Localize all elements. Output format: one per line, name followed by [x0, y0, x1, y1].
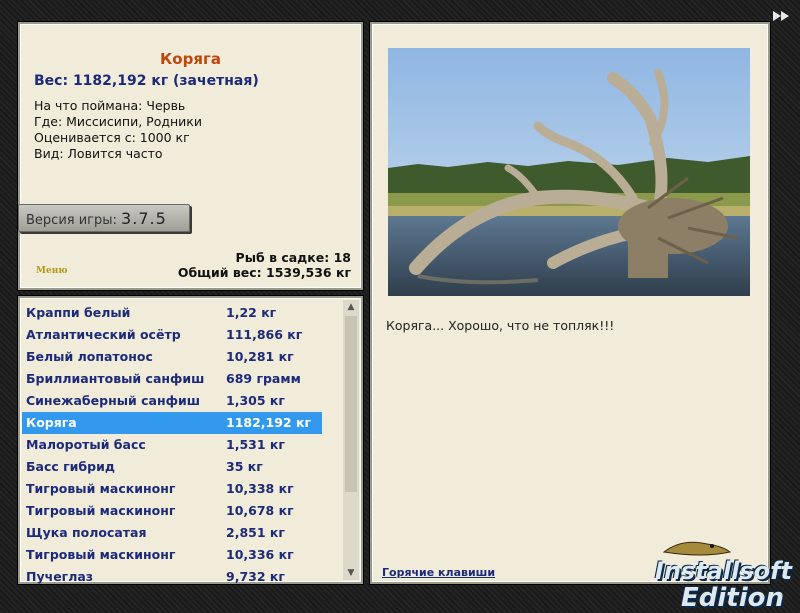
- version-label: Версия игры:: [26, 213, 117, 228]
- fish-name: Малоротый басс: [26, 437, 146, 452]
- fish-list-row[interactable]: Белый лопатонос 10,281 кг: [22, 346, 322, 368]
- fish-name: Краппи белый: [26, 305, 131, 320]
- fish-name: Щука полосатая: [26, 525, 147, 540]
- catch-photo: [388, 48, 750, 296]
- fish-name: Пучеглаз: [26, 569, 94, 584]
- fish-weight: 35 кг: [226, 459, 263, 474]
- fish-list-row[interactable]: Синежаберный санфиш 1,305 кг: [22, 390, 322, 412]
- fish-name: Тигровый маскинонг: [26, 503, 176, 518]
- fish-weight: 689 грамм: [226, 371, 301, 386]
- fish-list-row[interactable]: Пучеглаз 9,732 кг: [22, 566, 322, 588]
- catch-kind: Вид: Ловится часто: [34, 146, 163, 161]
- catch-valued: Оценивается с: 1000 кг: [34, 130, 190, 145]
- installsoft-logo: Installsoft Edition: [642, 536, 792, 612]
- fish-weight: 2,851 кг: [226, 525, 285, 540]
- fish-list-row[interactable]: Тигровый маскинонг 10,678 кг: [22, 500, 322, 522]
- fish-list-row[interactable]: Басс гибрид 35 кг: [22, 456, 322, 478]
- fish-name: Белый лопатонос: [26, 349, 153, 364]
- fish-weight: 9,732 кг: [226, 569, 285, 584]
- scrollbar-thumb[interactable]: [345, 316, 357, 492]
- fast-forward-icon[interactable]: [772, 8, 792, 24]
- fish-name: Коряга: [26, 415, 77, 430]
- fish-name: Тигровый маскинонг: [26, 481, 176, 496]
- fish-list-row[interactable]: Бриллиантовый санфиш 689 грамм: [22, 368, 322, 390]
- fish-list-panel: Краппи белый 1,22 кг Атлантический осётр 11…: [18, 296, 363, 584]
- list-scrollbar[interactable]: ▲ ▼: [343, 300, 359, 580]
- catch-info-panel: Коряга Вес: 1182,192 кг (зачетная) На чт…: [18, 22, 363, 290]
- fish-weight: 111,866 кг: [226, 327, 303, 342]
- fish-weight: 10,336 кг: [226, 547, 294, 562]
- catch-place: Где: Миссисипи, Родники: [34, 114, 202, 129]
- catch-weight: Вес: 1182,192 кг (зачетная): [34, 73, 259, 89]
- catch-title: Коряга: [160, 50, 221, 68]
- catch-caption: Коряга... Хорошо, что не топляк!!!: [386, 318, 615, 333]
- fish-weight: 10,678 кг: [226, 503, 294, 518]
- fish-weight: 10,338 кг: [226, 481, 294, 496]
- catch-bait: На что поймана: Червь: [34, 98, 186, 113]
- fish-weight: 1,531 кг: [226, 437, 285, 452]
- fish-list-row[interactable]: Краппи белый 1,22 кг: [22, 302, 322, 324]
- fish-name: Бриллиантовый санфиш: [26, 371, 205, 386]
- fish-weight: 1,305 кг: [226, 393, 285, 408]
- fish-weight: 1,22 кг: [226, 305, 277, 320]
- fish-list-row[interactable]: Тигровый маскинонг 10,336 кг: [22, 544, 322, 566]
- fish-list-row[interactable]: Тигровый маскинонг 10,338 кг: [22, 478, 322, 500]
- version-number: 3.7.5: [121, 209, 167, 228]
- game-version-badge: Версия игры: 3.7.5: [18, 204, 190, 232]
- fish-list-row[interactable]: Малоротый басс 1,531 кг: [22, 434, 322, 456]
- brand-line-1: Installsoft: [654, 557, 792, 585]
- catch-preview-panel: Коряга... Хорошо, что не топляк!!! Горяч…: [370, 22, 770, 584]
- menu-button[interactable]: Меню: [36, 266, 68, 276]
- fish-list-row[interactable]: Щука полосатая 2,851 кг: [22, 522, 322, 544]
- fish-list-row[interactable]: Коряга 1182,192 кг: [22, 412, 322, 434]
- fish-name: Синежаберный санфиш: [26, 393, 201, 408]
- scroll-down-arrow-icon[interactable]: ▼: [343, 566, 359, 580]
- brand-line-2: Edition: [681, 583, 784, 613]
- total-weight: Общий вес: 1539,536 кг: [177, 265, 351, 280]
- scroll-up-arrow-icon[interactable]: ▲: [343, 300, 359, 314]
- fish-name: Басс гибрид: [26, 459, 115, 474]
- hotkeys-link[interactable]: Горячие клавиши: [382, 566, 495, 579]
- fish-name: Тигровый маскинонг: [26, 547, 176, 562]
- fish-weight: 10,281 кг: [226, 349, 294, 364]
- fish-list-row[interactable]: Атлантический осётр 111,866 кг: [22, 324, 322, 346]
- fish-name: Атлантический осётр: [26, 327, 181, 342]
- fish-count: Рыб в садке: 18: [235, 250, 351, 265]
- fish-weight: 1182,192 кг: [226, 415, 311, 430]
